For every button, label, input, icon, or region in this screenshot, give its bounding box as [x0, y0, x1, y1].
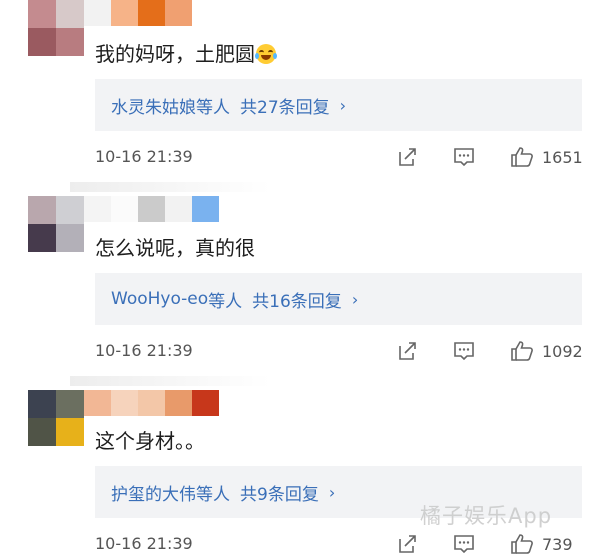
comment-text: 这个身材。。 [95, 429, 205, 453]
chevron-right-icon: › [339, 95, 347, 115]
reply-count: 共27条回复 [240, 97, 330, 118]
like-button[interactable]: 1092 [510, 339, 583, 363]
username-redacted[interactable] [84, 196, 219, 222]
reply-summary-link[interactable]: 水灵朱姑娘 等人 共27条回复 › [95, 79, 582, 131]
reply-users-suffix: 等人 [196, 97, 230, 118]
avatar[interactable] [28, 196, 84, 252]
comment-text: 怎么说呢，真的很 [95, 236, 255, 260]
like-count: 1651 [542, 147, 583, 167]
reply-users-suffix: 等人 [208, 291, 243, 312]
watermark: 橘子娱乐App [420, 504, 553, 528]
thumbs-up-icon [511, 147, 533, 167]
reply-count: 共9条回复 [240, 484, 319, 505]
avatar[interactable] [28, 390, 84, 446]
chevron-right-icon: › [328, 482, 336, 502]
username-redacted[interactable] [84, 0, 192, 26]
share-icon[interactable] [397, 534, 417, 554]
like-button[interactable]: 739 [510, 532, 573, 556]
username-redacted[interactable] [84, 390, 219, 416]
reply-users-suffix: 等人 [196, 484, 230, 505]
like-count: 739 [542, 534, 573, 554]
comment-meta: 10-16 21:39 739 [95, 532, 585, 556]
timestamp: 10-16 21:39 [95, 147, 193, 166]
timestamp: 10-16 21:39 [95, 341, 193, 360]
share-icon[interactable] [397, 147, 417, 167]
comment-icon[interactable] [453, 341, 475, 361]
chevron-right-icon: › [351, 289, 359, 309]
timestamp: 10-16 21:39 [95, 534, 193, 553]
comment-meta: 10-16 21:39 1092 [95, 339, 585, 363]
comment-icon[interactable] [453, 534, 475, 554]
comment-text: 我的妈呀，土肥圆 [95, 42, 277, 66]
divider [70, 182, 270, 192]
avatar[interactable] [28, 0, 84, 56]
reply-users: 护玺的大伟 [111, 484, 196, 505]
thumbs-up-icon [511, 341, 533, 361]
divider [70, 376, 270, 386]
like-button[interactable]: 1651 [510, 145, 583, 169]
like-count: 1092 [542, 341, 583, 361]
comment-meta: 10-16 21:39 1651 [95, 145, 585, 169]
share-icon[interactable] [397, 341, 417, 361]
comment-text-content: 怎么说呢，真的很 [95, 236, 255, 260]
comment-icon[interactable] [453, 147, 475, 167]
reply-users: 水灵朱姑娘 [111, 97, 196, 118]
reply-count: 共16条回复 [252, 291, 342, 312]
rofl-emoji-icon [255, 44, 277, 64]
reply-users: WooHyo-eo [111, 289, 209, 309]
comment-text-content: 这个身材。。 [95, 429, 205, 453]
thumbs-up-icon [511, 534, 533, 554]
reply-summary-link[interactable]: WooHyo-eo 等人 共16条回复 › [95, 273, 582, 325]
comment-text-content: 我的妈呀，土肥圆 [95, 42, 255, 66]
